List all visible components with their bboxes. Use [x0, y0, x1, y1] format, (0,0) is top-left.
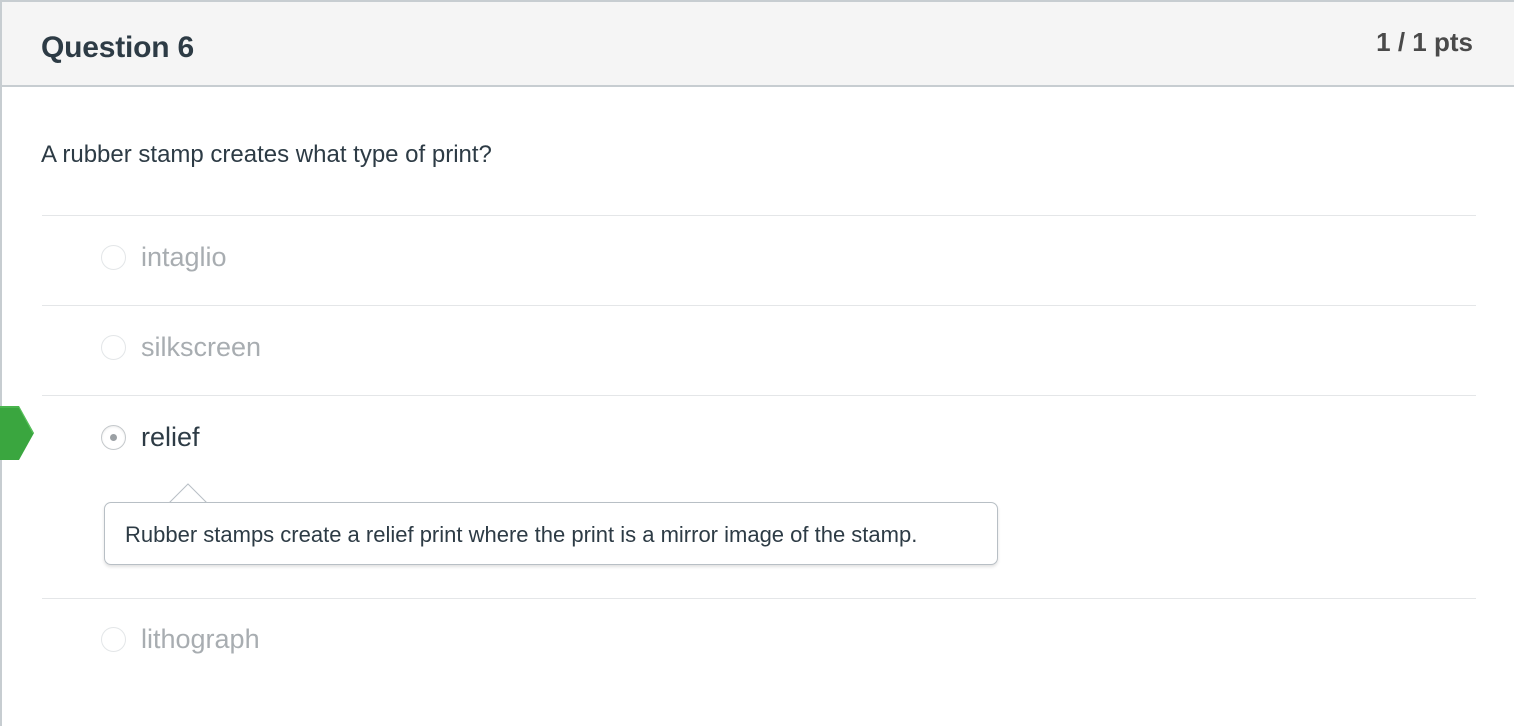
answer-option-silkscreen[interactable]: silkscreen: [42, 306, 1476, 394]
radio-button-icon[interactable]: [101, 335, 126, 360]
radio-button-selected-icon[interactable]: [101, 425, 126, 450]
answer-option-intaglio[interactable]: intaglio: [42, 216, 1476, 304]
question-header: Question 6 1 / 1 pts: [2, 2, 1514, 87]
answer-label: silkscreen: [141, 332, 262, 362]
question-card: Question 6 1 / 1 pts A rubber stamp crea…: [0, 0, 1514, 726]
radio-button-icon[interactable]: [101, 627, 126, 652]
question-points: 1 / 1 pts: [1376, 27, 1473, 57]
radio-button-icon[interactable]: [101, 245, 126, 270]
answer-comment: Rubber stamps create a relief print wher…: [104, 502, 998, 565]
radio-dot-icon: [110, 434, 117, 441]
question-text: A rubber stamp creates what type of prin…: [41, 141, 492, 168]
question-title: Question 6: [41, 31, 195, 64]
answer-label: intaglio: [141, 242, 227, 272]
answer-option-relief[interactable]: relief: [42, 396, 1476, 484]
comment-pointer-icon: [169, 483, 207, 504]
answer-comment-text: Rubber stamps create a relief print wher…: [125, 522, 918, 547]
answer-option-lithograph[interactable]: lithograph: [42, 598, 1476, 686]
answer-label: relief: [141, 422, 200, 452]
answer-label: lithograph: [141, 624, 260, 654]
correct-answer-arrow-icon: [0, 406, 34, 460]
